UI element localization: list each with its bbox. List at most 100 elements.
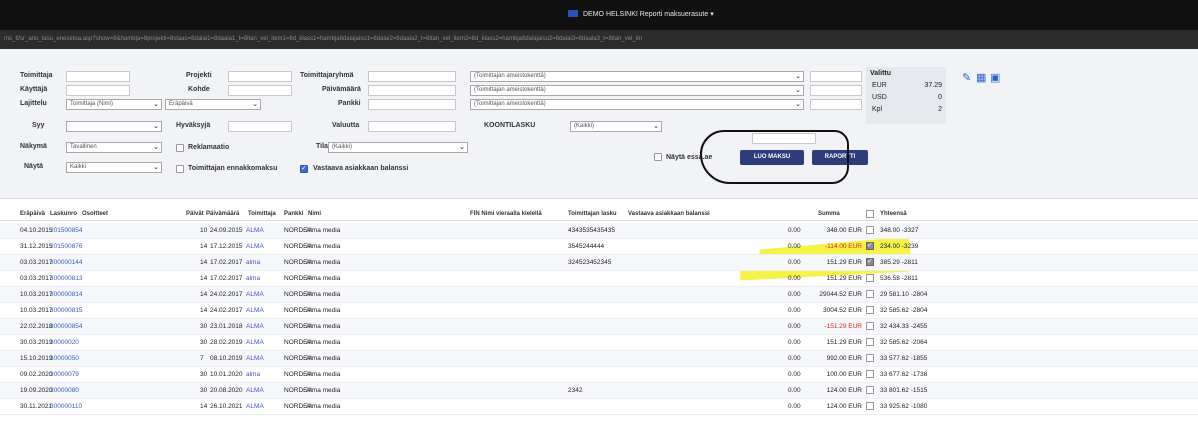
vastaava-balanssi-checkbox[interactable] [300, 164, 308, 173]
toimittajaryhma-label: Toimittajaryhmä [300, 72, 354, 79]
laskunro-link[interactable]: 30000079 [50, 371, 79, 378]
table-row[interactable]: 22.02.2018 300000854 30 23.01.2018 ALMA NORDE… [0, 319, 1198, 335]
row-checkbox[interactable] [866, 306, 874, 314]
table-row[interactable]: 30.03.2019 30000020 30 28.02.2019 ALMA NORDEA… [0, 335, 1198, 351]
col-toimittajan-lasku[interactable]: Toimittajan lasku [568, 211, 617, 217]
laskunro-link[interactable]: 201500876 [50, 243, 83, 250]
pankki-input[interactable] [368, 99, 456, 110]
laskunro-link[interactable]: 30000020 [50, 339, 79, 346]
row-checkbox[interactable] [866, 226, 874, 234]
col-toimittaja[interactable]: Toimittaja [248, 211, 276, 217]
table-row[interactable]: 09.02.2020 30000079 30 10.01.2020 alma NORDEA… [0, 367, 1198, 383]
row-checkbox[interactable] [866, 257, 874, 266]
laskunro-link[interactable]: 201500854 [50, 227, 83, 234]
yhteensa-cell: 348.00 -3327 [880, 227, 919, 234]
ameistokentta-input-3[interactable] [810, 99, 862, 110]
row-checkbox[interactable] [866, 290, 874, 298]
laskunro-link[interactable]: 300000813 [50, 275, 83, 282]
toimittaja-link[interactable]: alma [246, 275, 260, 282]
toimittaja-link[interactable]: ALMA [246, 243, 264, 250]
paivamaara-input[interactable] [368, 85, 456, 96]
row-checkbox[interactable] [866, 354, 874, 362]
nimi-cell: Alma media [306, 227, 341, 234]
col-paivat[interactable]: Päivät [186, 211, 204, 217]
col-summa[interactable]: Summa [818, 211, 840, 217]
balanssi-cell: 0.00 [788, 307, 801, 314]
laskunro-link[interactable]: 300000144 [50, 259, 83, 266]
chevron-down-icon: ⌄ [795, 101, 801, 108]
col-osoitteet[interactable]: Osoitteet [82, 211, 108, 217]
laskunro-link[interactable]: 30000050 [50, 355, 79, 362]
row-checkbox[interactable] [866, 370, 874, 378]
tila-select[interactable]: (Kaikki) ⌄ [328, 142, 468, 153]
ameistokentta-input-1[interactable] [810, 71, 862, 82]
col-paivamaara[interactable]: Päivämäärä [206, 211, 239, 217]
col-vastaava[interactable]: Vastaava asiakkaan balanssi [628, 211, 710, 217]
toimittaja-link[interactable]: ALMA [246, 307, 264, 314]
table-row[interactable]: 10.03.2017 300000814 14 24.02.2017 ALMA NORDE… [0, 287, 1198, 303]
nayta-select[interactable]: Kaikki ⌄ [66, 162, 162, 173]
row-checkbox[interactable] [866, 322, 874, 330]
col-yhteensa[interactable]: Yhteensä [880, 211, 907, 217]
table-row[interactable]: 03.03.2017 300000144 14 17.02.2017 alma NORDE… [0, 255, 1198, 271]
toimittaja-link[interactable]: ALMA [246, 323, 264, 330]
laskunro-link[interactable]: 300000110 [50, 403, 82, 410]
toimittajaryhma-input[interactable] [368, 71, 456, 82]
valuutta-input[interactable] [368, 121, 456, 132]
row-checkbox[interactable] [866, 386, 874, 394]
col-fin[interactable]: FIN Nimi vieraalla kielellä [470, 211, 542, 217]
excel-icon[interactable]: ▣ [990, 71, 1000, 84]
col-erapaiva[interactable]: Eräpäivä [20, 211, 45, 217]
toimittaja-link[interactable]: alma [246, 259, 260, 266]
laskunro-link[interactable]: 30000080 [50, 387, 79, 394]
toimittaja-link[interactable]: ALMA [246, 291, 264, 298]
chevron-down-icon: ⌄ [795, 73, 801, 80]
reklamaatio-checkbox[interactable] [176, 144, 184, 152]
kayttaja-input[interactable] [66, 85, 130, 96]
table-row[interactable]: 10.03.2017 300000815 14 24.02.2017 ALMA NORDE… [0, 303, 1198, 319]
balanssi-cell: 0.00 [788, 339, 801, 346]
lajittelu-select[interactable]: Toimittaja (Nimi) ⌄ [66, 99, 162, 110]
syy-select[interactable]: ⌄ [66, 121, 162, 132]
lajittelu-select-2[interactable]: Eräpäivä ⌄ [165, 99, 261, 110]
table-row[interactable]: 30.11.2021 300000110 14 26.10.2021 ALMA NORDE… [0, 399, 1198, 415]
wrench-icon[interactable]: ✎ [962, 71, 971, 84]
toimittaja-link[interactable]: ALMA [246, 355, 264, 362]
kohde-input[interactable] [228, 85, 292, 96]
nayta-essa-checkbox[interactable] [654, 153, 662, 161]
table-row[interactable]: 04.10.2015 201500854 10 24.09.2015 ALMA NORDE… [0, 223, 1198, 239]
ennakkomaksu-checkbox[interactable] [176, 165, 184, 173]
ameistokentta-select-2[interactable]: (Toimittajan ameistokenttä) ⌄ [470, 85, 804, 96]
ameistokentta-input-2[interactable] [810, 85, 862, 96]
address-bar[interactable]: ms_tl/sr_anu_tasu_enesetoa.asp?show=8&ha… [0, 30, 1198, 49]
toimittaja-input[interactable] [66, 71, 130, 82]
toimittaja-link[interactable]: ALMA [246, 227, 264, 234]
toimittaja-link[interactable]: ALMA [246, 403, 264, 410]
row-checkbox[interactable] [866, 241, 874, 250]
spreadsheet-icon[interactable]: ▦ [976, 71, 986, 84]
col-nimi[interactable]: Nimi [308, 211, 321, 217]
toimittaja-link[interactable]: ALMA [246, 387, 264, 394]
nakyma-select[interactable]: Tavallinen ⌄ [66, 142, 162, 153]
toimittajan-lasku-cell: 2342 [568, 387, 583, 394]
laskunro-link[interactable]: 300000815 [50, 307, 83, 314]
koontilasku-select[interactable]: (Kaikki) ⌄ [570, 121, 662, 132]
ameistokentta-select-1[interactable]: (Toimittajan ameistokenttä) ⌄ [470, 71, 804, 82]
col-laskunro[interactable]: Laskunro [50, 211, 77, 217]
select-all-checkbox[interactable] [866, 210, 874, 218]
hyvaksyja-input[interactable] [228, 121, 292, 132]
row-checkbox[interactable] [866, 338, 874, 346]
table-row[interactable]: 19.09.2020 30000080 30 20.08.2020 ALMA NORDEA… [0, 383, 1198, 399]
projekti-input[interactable] [228, 71, 292, 82]
col-pankki[interactable]: Pankki [284, 211, 303, 217]
laskunro-link[interactable]: 300000814 [50, 291, 83, 298]
row-checkbox[interactable] [866, 402, 874, 410]
toimittaja-link[interactable]: ALMA [246, 339, 264, 346]
ameistokentta-select-3[interactable]: (Toimittajan ameistokenttä) ⌄ [470, 99, 804, 110]
table-row[interactable]: 03.03.2017 300000813 14 17.02.2017 alma NORDE… [0, 271, 1198, 287]
laskunro-link[interactable]: 300000854 [50, 323, 83, 330]
table-row[interactable]: 31.12.2015 201500876 14 17.12.2015 ALMA NORDE… [0, 239, 1198, 255]
table-row[interactable]: 15.10.2019 30000050 7 08.10.2019 ALMA NORDEA A… [0, 351, 1198, 367]
toimittaja-link[interactable]: alma [246, 371, 260, 378]
row-checkbox[interactable] [866, 274, 874, 282]
